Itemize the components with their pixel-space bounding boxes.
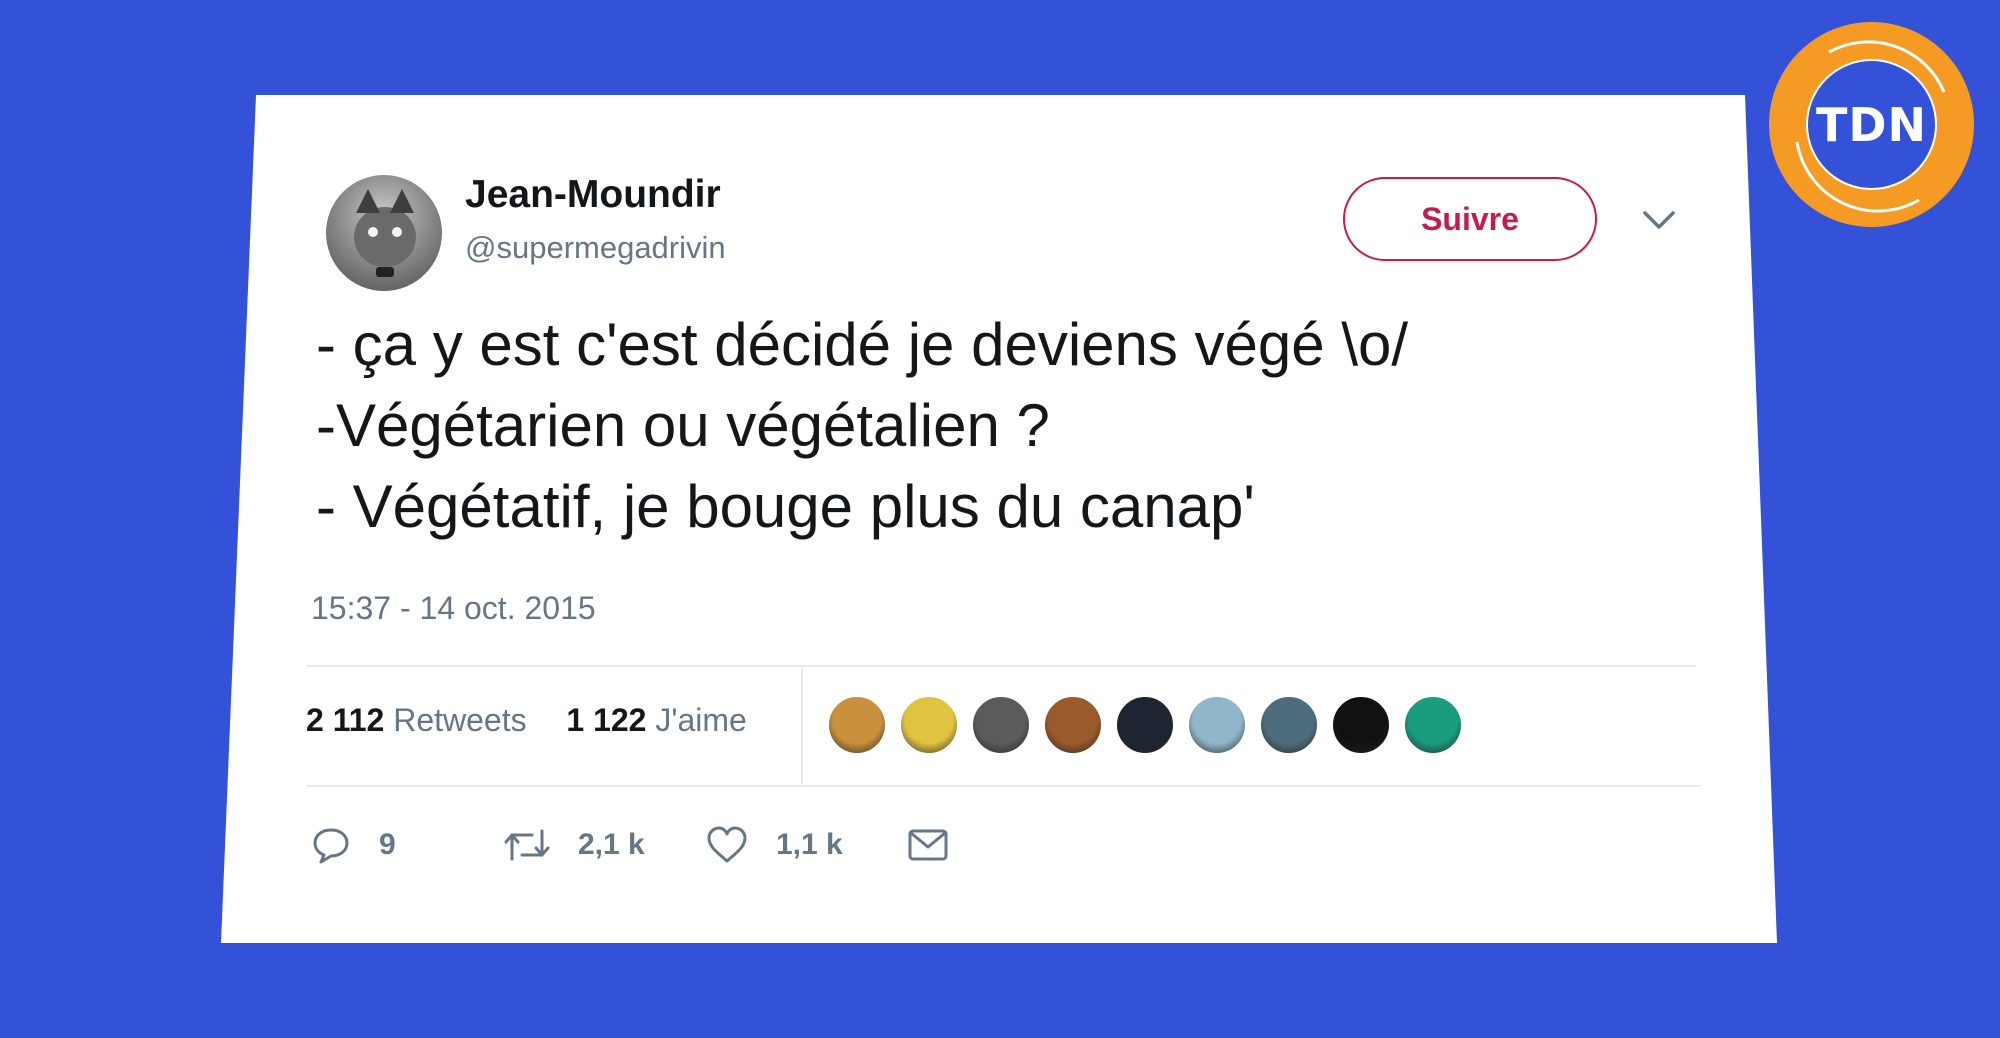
retweets-label[interactable]: Retweets (393, 702, 526, 738)
retweets-count[interactable]: 2 112 (306, 702, 384, 738)
tweet-stats: 2 112 Retweets 1 122 J'aime (306, 702, 747, 739)
author-name[interactable]: Jean-Moundir (465, 173, 721, 217)
author-avatar[interactable] (326, 175, 442, 291)
retweet-button[interactable]: 2,1 k (504, 825, 645, 865)
liker-avatar[interactable] (827, 695, 887, 755)
liker-avatar[interactable] (971, 695, 1031, 755)
divider-bottom (306, 785, 1701, 787)
liker-avatar[interactable] (1403, 695, 1463, 755)
liker-avatar[interactable] (1259, 695, 1319, 755)
chevron-down-icon[interactable] (1639, 203, 1679, 235)
liker-avatar[interactable] (1115, 695, 1175, 755)
author-handle[interactable]: @supermegadrivin (465, 230, 726, 266)
logo-inner-circle: TDN (1806, 59, 1937, 190)
reply-button[interactable]: 9 (311, 825, 396, 865)
likes-label[interactable]: J'aime (655, 702, 746, 738)
logo-text: TDN (1815, 97, 1928, 152)
envelope-icon (908, 829, 948, 861)
stats-separator (801, 667, 803, 785)
tweet-text-line-3: - Végétatif, je bouge plus du canap' (316, 473, 1255, 540)
heart-icon (707, 826, 747, 863)
liker-avatars (827, 695, 1475, 755)
like-count: 1,1 k (776, 828, 843, 861)
like-button[interactable]: 1,1 k (706, 825, 843, 865)
divider-top (306, 665, 1696, 667)
tweet-card: Jean-Moundir @supermegadrivin Suivre - ç… (221, 95, 1777, 943)
message-button[interactable] (907, 825, 977, 865)
tweet-text-line-2: -Végétarien ou végétalien ? (316, 392, 1050, 459)
follow-button[interactable]: Suivre (1343, 177, 1597, 261)
liker-avatar[interactable] (1187, 695, 1247, 755)
likes-count[interactable]: 1 122 (566, 702, 646, 738)
tweet-timestamp[interactable]: 15:37 - 14 oct. 2015 (311, 590, 596, 627)
tdn-logo: TDN (1769, 22, 1974, 227)
retweet-count: 2,1 k (578, 828, 645, 861)
retweet-icon (504, 829, 550, 861)
liker-avatar[interactable] (1331, 695, 1391, 755)
liker-avatar[interactable] (899, 695, 959, 755)
reply-icon (313, 828, 349, 864)
tweet-actions: 9 2,1 k 1,1 k (221, 825, 1777, 875)
liker-avatar[interactable] (1043, 695, 1103, 755)
reply-count: 9 (379, 828, 396, 861)
tweet-text-line-1: - ça y est c'est décidé je deviens végé … (316, 311, 1409, 378)
